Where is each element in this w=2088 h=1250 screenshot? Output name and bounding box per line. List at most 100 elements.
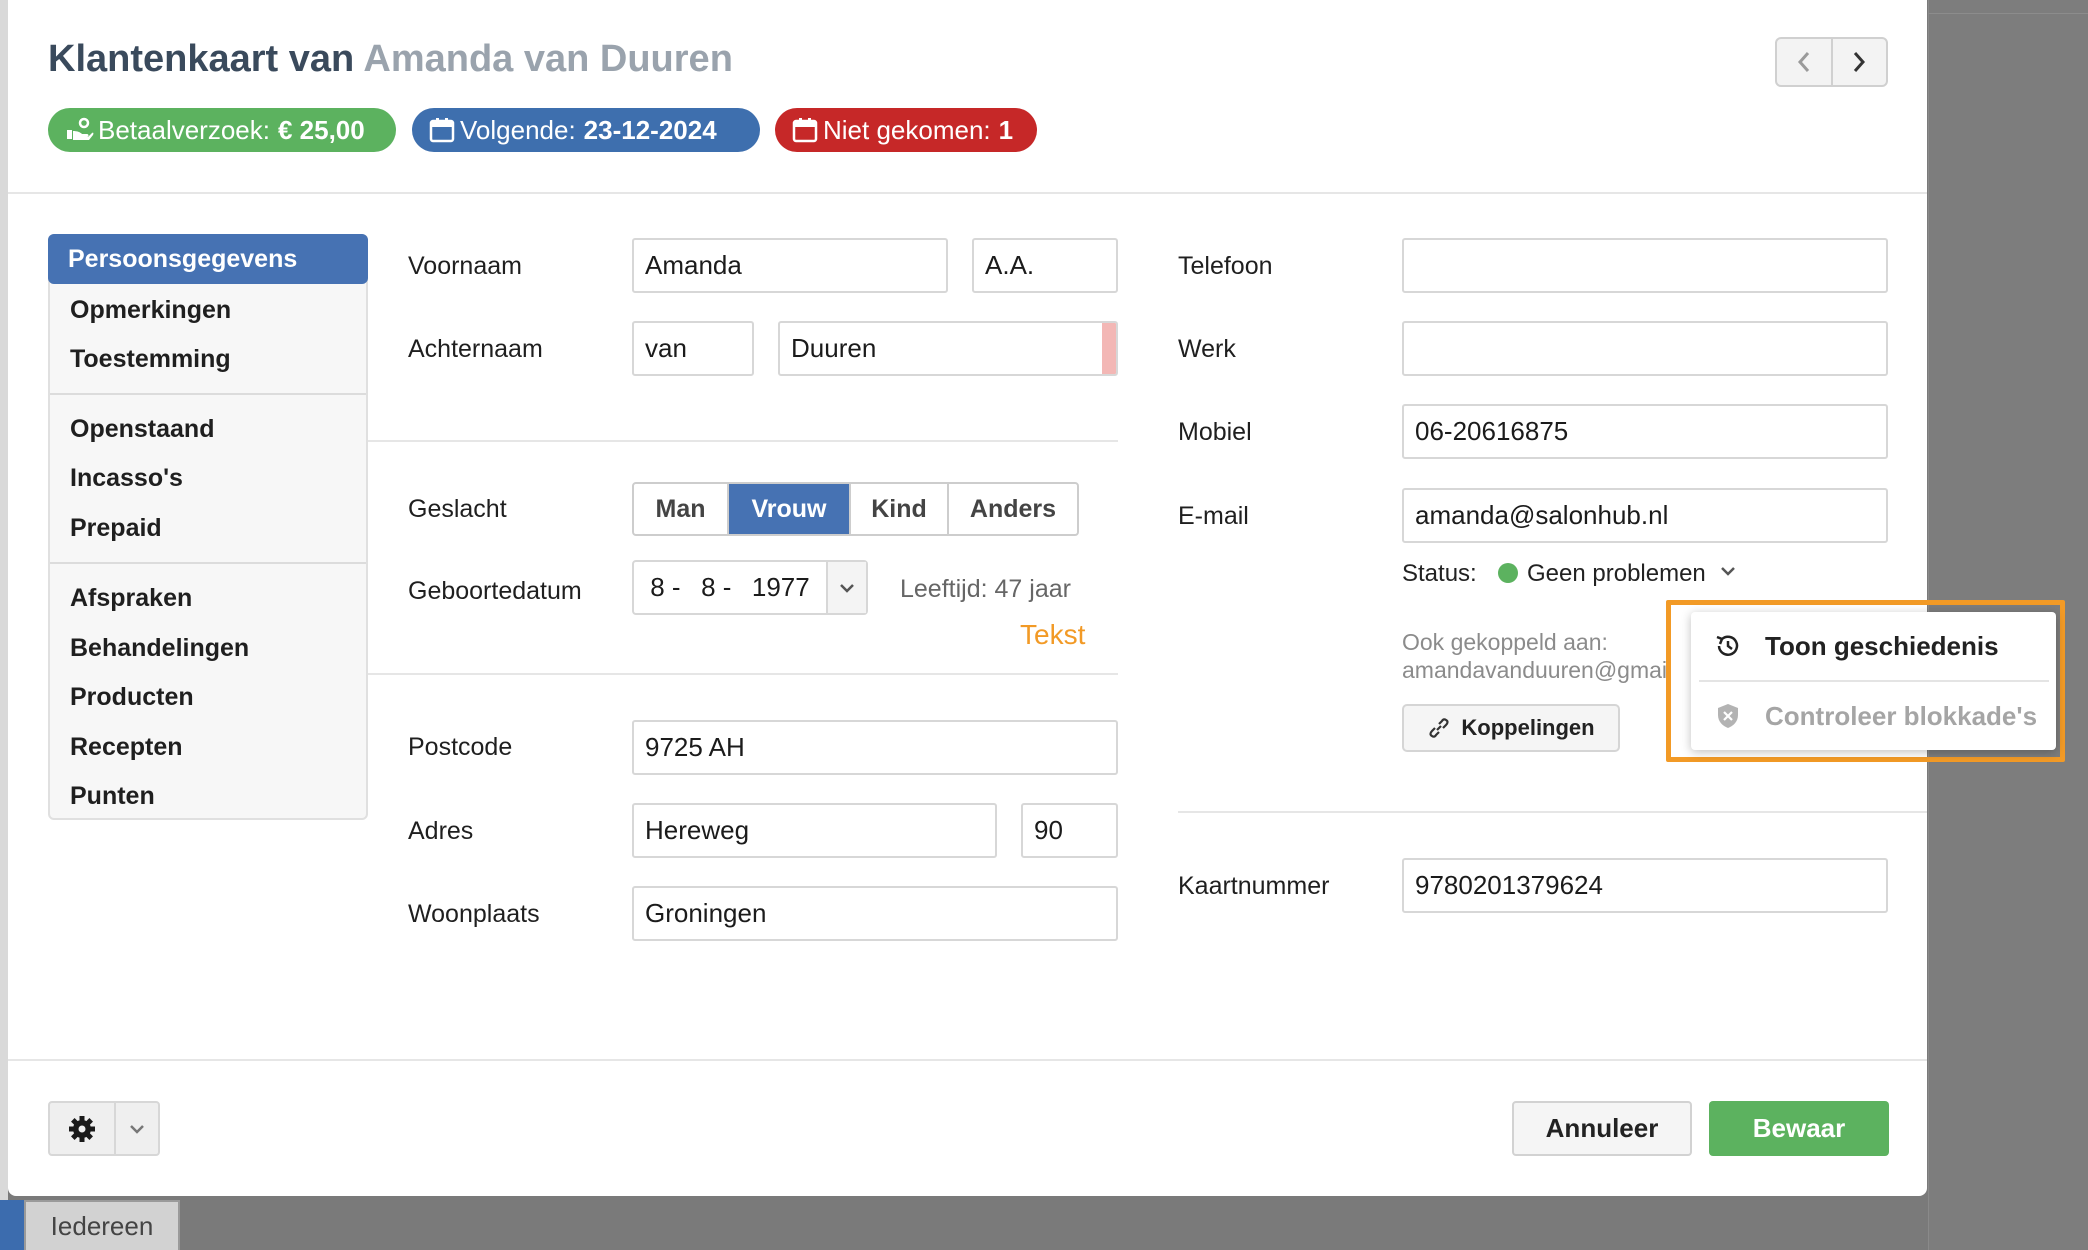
- background-app-edge: [0, 0, 8, 1250]
- telefoon-field[interactable]: [1402, 238, 1888, 293]
- postcode-label: Postcode: [408, 733, 513, 761]
- menu-item-controleer-blokkades[interactable]: Controleer blokkade's: [1691, 682, 2056, 750]
- chevron-left-icon: [1797, 52, 1809, 72]
- sidebar-item-opmerkingen[interactable]: Opmerkingen: [50, 286, 366, 334]
- next-appointment-badge[interactable]: Volgende: 23-12-2024: [412, 108, 760, 152]
- geboortedatum-picker[interactable]: 8 - 8 - 1977: [632, 560, 868, 615]
- sidebar-item-persoonsgegevens[interactable]: Persoonsgegevens: [48, 234, 368, 284]
- status-dropdown[interactable]: Geen problemen: [1527, 560, 1706, 588]
- status-label: Status:: [1402, 560, 1477, 587]
- geslacht-selector: Man Vrouw Kind Anders: [632, 482, 1079, 536]
- next-label: Volgende:: [460, 114, 576, 145]
- payment-request-badge[interactable]: Betaalverzoek: € 25,00: [48, 108, 396, 152]
- geslacht-label: Geslacht: [408, 495, 507, 523]
- sidebar-divider: [50, 562, 366, 564]
- calendar-icon: [429, 118, 455, 143]
- settings-dropdown-toggle[interactable]: [116, 1103, 158, 1154]
- date-dropdown-button[interactable]: [826, 562, 866, 613]
- background-app-header-edge: [1928, 0, 2088, 14]
- sidebar-item-openstaand[interactable]: Openstaand: [50, 405, 366, 453]
- koppelingen-button[interactable]: Koppelingen: [1402, 704, 1620, 752]
- link-icon: [1429, 718, 1449, 738]
- menu-item-toon-geschiedenis[interactable]: Toon geschiedenis: [1691, 612, 2056, 680]
- kaartnummer-label: Kaartnummer: [1178, 872, 1330, 900]
- sidebar-item-recepten[interactable]: Recepten: [50, 723, 366, 771]
- page-title: Klantenkaart van Amanda van Duuren: [48, 38, 733, 81]
- sidebar-item-punten[interactable]: Punten: [50, 772, 366, 820]
- geslacht-anders[interactable]: Anders: [949, 484, 1077, 534]
- email-field[interactable]: amanda@salonhub.nl: [1402, 488, 1888, 543]
- cancel-button[interactable]: Annuleer: [1512, 1101, 1692, 1156]
- header-divider: [8, 192, 1927, 194]
- status-menu: Toon geschiedenis Controleer blokkade's: [1691, 612, 2056, 750]
- mobiel-field[interactable]: 06-20616875: [1402, 404, 1888, 459]
- werk-label: Werk: [1178, 335, 1236, 363]
- geboorte-jaar[interactable]: 1977: [752, 572, 810, 603]
- achternaam-value: Duuren: [791, 333, 877, 363]
- status-indicator: [1498, 563, 1518, 583]
- background-tab-iedereen[interactable]: Iedereen: [24, 1200, 180, 1250]
- sidebar-item-toestemming[interactable]: Toestemming: [50, 335, 366, 383]
- sidebar-item-producten[interactable]: Producten: [50, 673, 366, 721]
- woonplaats-label: Woonplaats: [408, 900, 540, 928]
- gear-icon: [69, 1115, 95, 1142]
- next-value: 23-12-2024: [583, 114, 717, 145]
- linked-accounts-text: Ook gekoppeld aan: amandavanduuren@gmail: [1402, 628, 1696, 684]
- footer-divider: [8, 1059, 1927, 1061]
- next-button[interactable]: [1833, 39, 1887, 85]
- background-tab-active[interactable]: [0, 1200, 24, 1250]
- email-label: E-mail: [1178, 502, 1249, 530]
- geslacht-kind[interactable]: Kind: [851, 484, 949, 534]
- section-sidebar: Persoonsgegevens Opmerkingen Toestemming…: [48, 234, 368, 820]
- linked-email: amandavanduuren@gmail: [1402, 657, 1673, 683]
- sidebar-item-prepaid[interactable]: Prepaid: [50, 504, 366, 552]
- achternaam-field[interactable]: Duuren: [778, 321, 1118, 376]
- save-button[interactable]: Bewaar: [1709, 1101, 1889, 1156]
- calendar-icon: [792, 118, 818, 143]
- payment-value: € 25,00: [277, 114, 365, 145]
- geboortedatum-label: Geboortedatum: [408, 577, 582, 605]
- adres-label: Adres: [408, 817, 474, 845]
- linked-label: Ook gekoppeld aan:: [1402, 629, 1608, 655]
- no-show-badge[interactable]: Niet gekomen: 1: [775, 108, 1037, 152]
- shield-icon: [1718, 704, 1738, 728]
- sidebar-item-afspraken[interactable]: Afspraken: [50, 574, 366, 622]
- record-navigation: [1775, 37, 1888, 87]
- chevron-down-icon[interactable]: [1720, 566, 1736, 576]
- previous-button[interactable]: [1777, 39, 1833, 85]
- geslacht-vrouw[interactable]: Vrouw: [729, 484, 851, 534]
- toon-geschiedenis-label: Toon geschiedenis: [1765, 630, 1999, 661]
- woonplaats-field[interactable]: Groningen: [632, 886, 1118, 941]
- controleer-blokkades-label: Controleer blokkade's: [1765, 700, 2038, 731]
- kaartnummer-field[interactable]: 9780201379624: [1402, 858, 1888, 913]
- geboorte-dag[interactable]: 8 -: [650, 572, 680, 603]
- sidebar-item-incassos[interactable]: Incasso's: [50, 454, 366, 502]
- client-name: Amanda van Duuren: [363, 38, 733, 80]
- no-show-value: 1: [998, 114, 1014, 145]
- geboorte-maand[interactable]: 8 -: [701, 572, 731, 603]
- hand-money-icon: [67, 117, 94, 140]
- voornaam-field[interactable]: Amanda: [632, 238, 948, 293]
- settings-button[interactable]: [50, 1103, 116, 1154]
- chevron-down-icon: [130, 1124, 144, 1134]
- geslacht-man[interactable]: Man: [634, 484, 729, 534]
- sidebar-item-behandelingen[interactable]: Behandelingen: [50, 624, 366, 672]
- werk-field[interactable]: [1402, 321, 1888, 376]
- validation-marker: [1102, 323, 1116, 374]
- title-prefix: Klantenkaart van: [48, 38, 355, 80]
- koppelingen-label: Koppelingen: [1461, 715, 1595, 740]
- chevron-down-icon: [840, 583, 854, 593]
- age-text: Leeftijd: 47 jaar: [900, 575, 1071, 603]
- huisnummer-field[interactable]: 90: [1021, 803, 1118, 858]
- achternaam-label: Achternaam: [408, 335, 543, 363]
- initialen-field[interactable]: A.A.: [972, 238, 1118, 293]
- contact-divider: [1178, 811, 1927, 813]
- tussenvoegsel-field[interactable]: van: [632, 321, 754, 376]
- settings-split-button: [48, 1101, 160, 1156]
- sidebar-divider: [50, 393, 366, 395]
- postcode-field[interactable]: 9725 AH: [632, 720, 1118, 775]
- history-icon: [1716, 635, 1739, 656]
- payment-label: Betaalverzoek:: [98, 114, 270, 145]
- straat-field[interactable]: Hereweg: [632, 803, 997, 858]
- tekst-link[interactable]: Tekst: [1020, 619, 1085, 651]
